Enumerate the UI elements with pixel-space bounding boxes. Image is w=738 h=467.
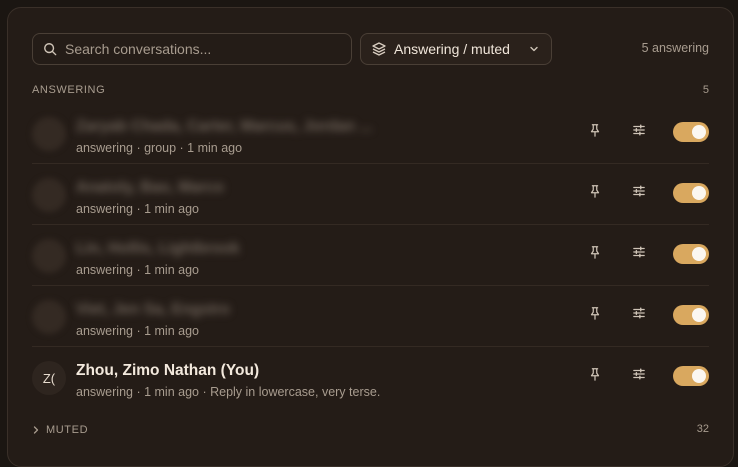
conversation-title: Zhou, Zimo Nathan (You) [76,362,260,379]
conversation-title: Anatoly, Bao, Marco [76,179,224,196]
toggle-knob [692,308,706,322]
muted-section-count: 32 [696,423,709,435]
conversation-list: Zaryab Chada, Carter, Marcus, Jordan ...… [32,103,709,408]
conversation-subtitle: answering · 1 min ago [76,263,199,277]
conversation-row[interactable]: Lin, Hollis, Lightbrook answering · 1 mi… [32,225,709,286]
avatar: Z( [32,361,66,395]
sliders-icon [633,185,645,197]
pin-icon [590,124,600,137]
pin-icon [590,246,600,259]
conversation-subtitle: answering · group · 1 min ago [76,141,243,155]
answering-toggle[interactable] [673,183,709,203]
pin-button[interactable] [583,301,607,325]
search-icon [44,43,57,56]
filter-dropdown[interactable]: Answering / muted [360,33,552,65]
avatar [32,300,66,334]
pin-button[interactable] [583,240,607,264]
layers-icon [372,42,386,56]
toggle-knob [692,369,706,383]
pin-button[interactable] [583,179,607,203]
sliders-icon [633,246,645,258]
conversation-row[interactable]: Z( Zhou, Zimo Nathan (You) answering · 1… [32,347,709,408]
conversation-subtitle: answering · 1 min ago [76,202,199,216]
answering-count: 5 answering [641,41,709,55]
toggle-knob [692,125,706,139]
answering-toggle[interactable] [673,366,709,386]
pin-button[interactable] [583,118,607,142]
answering-section-label: ANSWERING [32,84,106,96]
search-box[interactable] [32,33,352,65]
muted-section-header[interactable]: MUTED 32 [32,422,709,438]
avatar [32,117,66,151]
sliders-icon [633,368,645,380]
settings-button[interactable] [627,362,651,386]
settings-button[interactable] [627,118,651,142]
conversation-row[interactable]: Anatoly, Bao, Marco answering · 1 min ag… [32,164,709,225]
avatar [32,178,66,212]
pin-button[interactable] [583,362,607,386]
pin-icon [590,185,600,198]
answering-toggle[interactable] [673,305,709,325]
filter-label: Answering / muted [394,41,510,57]
answering-toggle[interactable] [673,244,709,264]
chevron-down-icon [530,46,538,52]
pin-icon [590,368,600,381]
search-input[interactable] [65,41,335,57]
sliders-icon [633,307,645,319]
toggle-knob [692,247,706,261]
pin-icon [590,307,600,320]
toggle-knob [692,186,706,200]
conversations-panel: Answering / muted 5 answering ANSWERING … [7,7,734,467]
chevron-right-icon [33,426,39,434]
sliders-icon [633,124,645,136]
answering-section-header: ANSWERING 5 [32,84,709,100]
settings-button[interactable] [627,301,651,325]
conversation-row[interactable]: Viet, Jen Sa, Engstro answering · 1 min … [32,286,709,347]
settings-button[interactable] [627,179,651,203]
conversation-subtitle: answering · 1 min ago · Reply in lowerca… [76,385,381,399]
answering-section-count: 5 [702,84,709,96]
toolbar: Answering / muted 5 answering [32,33,709,65]
settings-button[interactable] [627,240,651,264]
conversation-subtitle: answering · 1 min ago [76,324,199,338]
avatar [32,239,66,273]
conversation-title: Lin, Hollis, Lightbrook [76,240,240,257]
answering-toggle[interactable] [673,122,709,142]
conversation-title: Viet, Jen Sa, Engstro [76,301,230,318]
conversation-row[interactable]: Zaryab Chada, Carter, Marcus, Jordan ...… [32,103,709,164]
muted-section-label: MUTED [46,424,89,436]
conversation-title: Zaryab Chada, Carter, Marcus, Jordan ... [76,118,373,135]
